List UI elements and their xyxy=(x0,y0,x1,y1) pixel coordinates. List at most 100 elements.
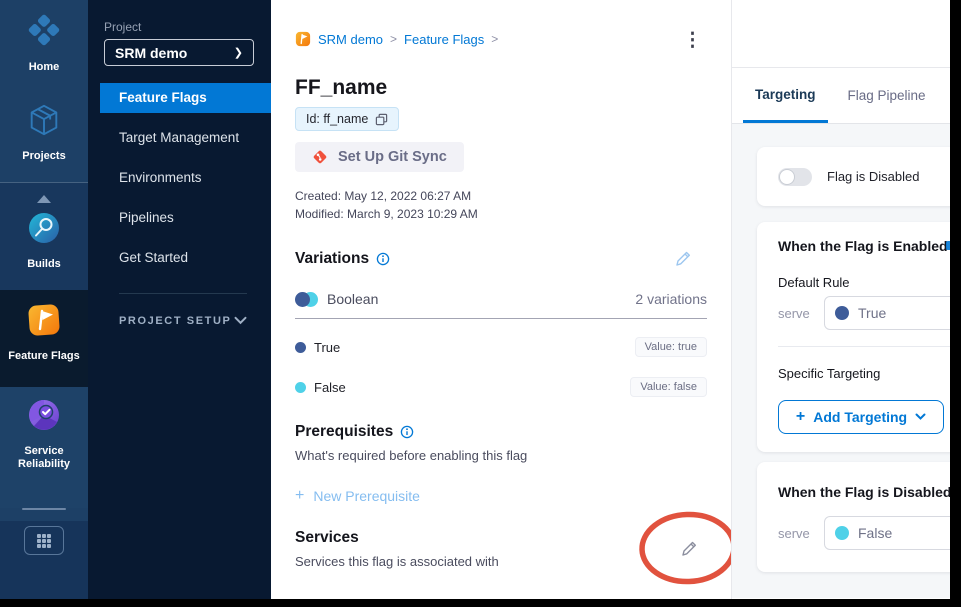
tab-flag-pipeline[interactable]: Flag Pipeline xyxy=(836,68,938,123)
breadcrumb-section-link[interactable]: Feature Flags xyxy=(404,32,484,47)
prerequisites-heading: Prerequisites xyxy=(295,423,393,441)
project-selector[interactable]: SRM demo ❯ xyxy=(104,39,254,66)
builds-icon xyxy=(26,210,62,251)
rail-item-label: Home xyxy=(29,61,60,74)
modified-timestamp: Modified: March 9, 2023 10:29 AM xyxy=(295,207,478,221)
boolean-true-dot-icon xyxy=(295,292,310,307)
breadcrumb-separator: > xyxy=(491,32,498,46)
sidebar-divider xyxy=(119,293,247,294)
variations-heading: Variations xyxy=(295,250,369,268)
flag-disabled-card: When the Flag is Disabled serve False xyxy=(757,462,961,572)
rail-builds-band: Builds xyxy=(0,183,88,290)
targeting-panel-body: Flag is Disabled When the Flag is Enable… xyxy=(732,124,961,598)
prerequisites-description: What's required before enabling this fla… xyxy=(295,448,527,463)
false-dot-icon xyxy=(295,382,306,393)
default-rule-label: Default Rule xyxy=(778,275,850,290)
service-reliability-icon xyxy=(26,397,62,438)
app-grid-button[interactable] xyxy=(24,526,64,555)
scroll-up-icon[interactable] xyxy=(37,195,51,203)
services-heading: Services xyxy=(295,529,359,547)
variation-row-true: True Value: true xyxy=(295,337,707,357)
services-description: Services this flag is associated with xyxy=(295,554,499,569)
chevron-down-icon xyxy=(915,413,926,421)
edit-variations-pencil-icon[interactable] xyxy=(674,250,692,273)
sidebar-item-pipelines[interactable]: Pipelines xyxy=(88,198,271,238)
flag-enabled-card: When the Flag is Enabled Default Rule se… xyxy=(757,222,961,452)
serve-true-select[interactable]: True xyxy=(824,296,961,330)
disabled-serve-row: serve False xyxy=(778,516,961,550)
serve-value: False xyxy=(858,525,892,541)
flag-id-text: Id: ff_name xyxy=(306,112,368,126)
rail-item-builds[interactable]: Builds xyxy=(0,210,88,271)
breadcrumb-project-link[interactable]: SRM demo xyxy=(318,32,383,47)
rail-item-home[interactable]: Home xyxy=(0,11,88,74)
kebab-menu-icon[interactable]: ⋮ xyxy=(677,28,708,54)
edit-services-pencil-icon[interactable] xyxy=(680,540,698,563)
flag-id-chip[interactable]: Id: ff_name xyxy=(295,107,399,131)
chevron-down-icon xyxy=(234,312,247,330)
variation-row-false: False Value: false xyxy=(295,377,707,397)
new-prerequisite-button[interactable]: + New Prerequisite xyxy=(295,487,420,505)
feature-flags-icon xyxy=(26,302,62,343)
rail-item-feature-flags[interactable]: Feature Flags xyxy=(0,302,88,363)
sidebar-item-feature-flags[interactable]: Feature Flags xyxy=(100,83,271,113)
serve-label: serve xyxy=(778,526,824,541)
rail-bottom-band xyxy=(0,521,88,599)
git-sync-label: Set Up Git Sync xyxy=(338,149,447,165)
flag-enabled-toggle[interactable] xyxy=(778,168,812,186)
services-header: Services xyxy=(295,529,359,547)
variation-value-badge: Value: false xyxy=(630,377,707,397)
variation-type-label: Boolean xyxy=(327,291,378,307)
variation-name: False xyxy=(314,380,346,395)
git-icon xyxy=(312,149,328,165)
targeting-panel: Targeting Flag Pipeline Flag is Disabled… xyxy=(731,0,961,599)
variations-header: Variations xyxy=(295,250,390,268)
plus-icon: + xyxy=(295,487,304,505)
home-icon xyxy=(25,11,63,54)
false-dot-icon xyxy=(835,526,849,540)
toggle-knob xyxy=(779,169,795,185)
add-targeting-button[interactable]: + Add Targeting xyxy=(778,400,944,434)
breadcrumb: SRM demo > Feature Flags > xyxy=(295,31,498,47)
module-rail: Home Projects Builds Feature Flags xyxy=(0,0,88,599)
copy-icon[interactable] xyxy=(375,113,388,126)
breadcrumb-separator: > xyxy=(390,32,397,46)
rail-item-label: Feature Flags xyxy=(8,350,80,363)
tab-targeting[interactable]: Targeting xyxy=(743,68,828,123)
created-timestamp: Created: May 12, 2022 06:27 AM xyxy=(295,189,471,203)
flag-detail-main: SRM demo > Feature Flags > ⋮ FF_name Id:… xyxy=(271,0,731,599)
rail-item-service-reliability[interactable]: Service Reliability xyxy=(0,397,88,471)
project-label: Project xyxy=(104,20,141,34)
rail-item-projects[interactable]: Projects xyxy=(0,102,88,163)
setup-git-sync-button[interactable]: Set Up Git Sync xyxy=(295,142,464,172)
rail-item-label: Builds xyxy=(27,258,61,271)
info-icon[interactable] xyxy=(400,425,414,439)
default-serve-row: serve True xyxy=(778,296,961,330)
flag-toggle-label: Flag is Disabled xyxy=(827,169,920,184)
true-dot-icon xyxy=(835,306,849,320)
rail-service-reliability-band: Service Reliability xyxy=(0,387,88,508)
rail-short-divider xyxy=(22,508,66,510)
serve-label: serve xyxy=(778,306,824,321)
projects-icon xyxy=(26,102,62,143)
project-setup-toggle[interactable]: PROJECT SETUP xyxy=(119,312,247,330)
serve-false-select[interactable]: False xyxy=(824,516,961,550)
info-icon[interactable] xyxy=(376,252,390,266)
variations-divider xyxy=(295,318,707,319)
project-name: SRM demo xyxy=(115,45,187,61)
sidebar-item-environments[interactable]: Environments xyxy=(88,158,271,198)
page-title: FF_name xyxy=(295,76,387,100)
true-dot-icon xyxy=(295,342,306,353)
plus-icon: + xyxy=(796,408,805,426)
panel-tabs: Targeting Flag Pipeline xyxy=(732,68,961,124)
sidebar-item-target-management[interactable]: Target Management xyxy=(88,118,271,158)
flag-toggle-card: Flag is Disabled xyxy=(757,147,961,206)
chevron-right-icon: ❯ xyxy=(234,46,243,59)
project-sidebar: Project SRM demo ❯ Feature Flags Target … xyxy=(88,0,271,599)
variation-name: True xyxy=(314,340,340,355)
sidebar-item-get-started[interactable]: Get Started xyxy=(88,238,271,278)
add-targeting-label: Add Targeting xyxy=(813,409,907,425)
prerequisites-header: Prerequisites xyxy=(295,423,414,441)
disabled-card-heading: When the Flag is Disabled xyxy=(778,484,951,500)
enabled-card-heading: When the Flag is Enabled xyxy=(778,238,948,254)
